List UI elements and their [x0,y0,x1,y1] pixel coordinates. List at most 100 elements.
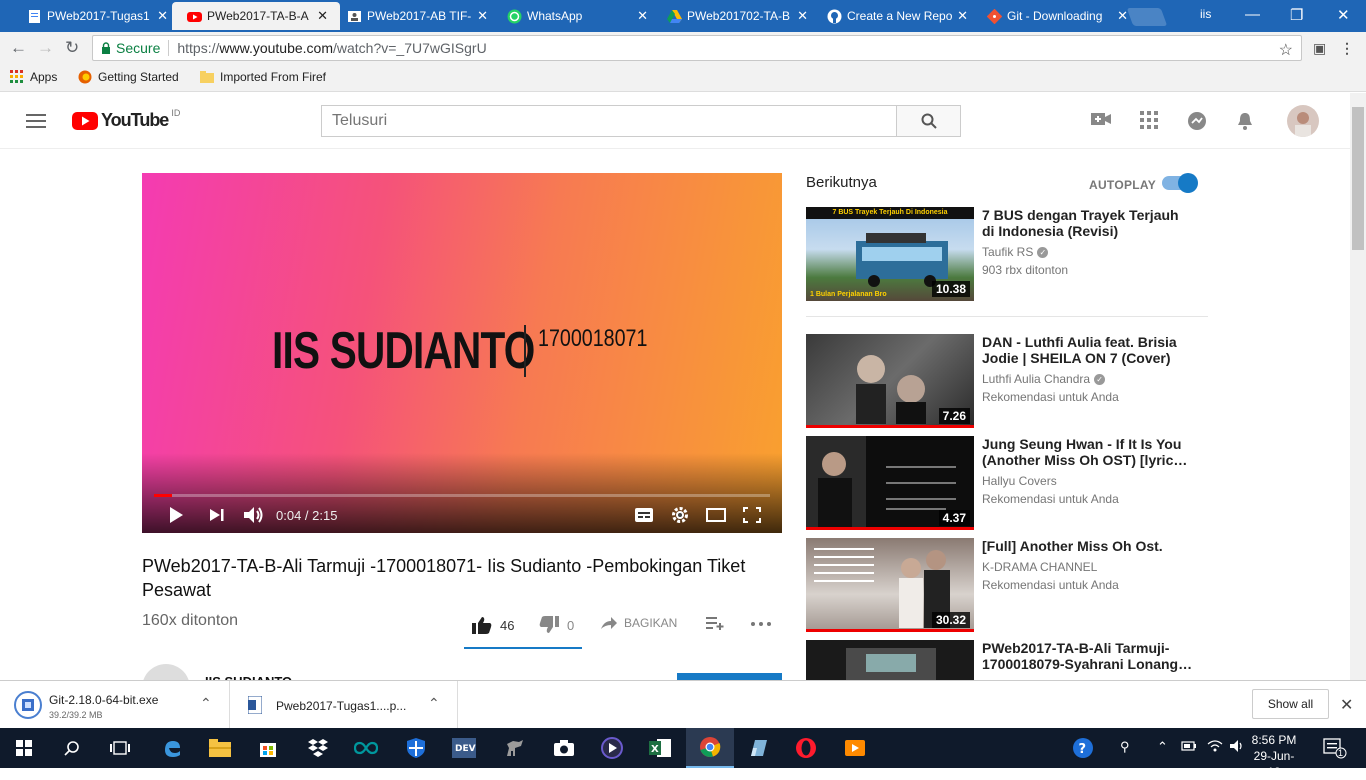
task-view-button[interactable] [96,728,144,768]
search-input[interactable] [332,112,872,130]
close-window-icon[interactable]: ✕ [1337,6,1350,24]
taskbar-video-app[interactable] [832,728,880,768]
taskbar-dropbox[interactable] [294,728,342,768]
download-item[interactable]: Pweb2017-Tugas1....p... ⌃ [230,681,458,729]
search-button[interactable] [896,105,961,137]
sidebar-video-item[interactable]: 30.32 [Full] Another Miss Oh Ost. K-DRAM… [806,538,1208,632]
chevron-up-icon[interactable]: ⌃ [428,695,440,712]
tab-pweb2017-ab[interactable]: PWeb2017-AB TIF- ✕ [332,2,500,30]
volume-icon[interactable] [243,506,265,524]
taskbar-defender[interactable] [392,728,440,768]
close-tab-icon[interactable]: ✕ [957,8,968,24]
action-center-icon[interactable] [1323,737,1347,759]
url-text[interactable]: https://www.youtube.com/watch?v=_7U7wGIS… [177,40,486,56]
close-shelf-icon[interactable]: ✕ [1340,695,1353,715]
bookmark-apps[interactable]: Apps [10,70,57,84]
tab-whatsapp[interactable]: WhatsApp ✕ [492,2,660,30]
people-icon[interactable]: ⚲ [1120,739,1130,755]
new-tab-button[interactable] [1126,8,1168,26]
taskbar-media-player[interactable] [588,728,636,768]
share-button[interactable]: BAGIKAN [600,616,677,630]
add-to-playlist-button[interactable] [706,616,724,630]
sidebar-channel[interactable]: Hallyu Covers [982,474,1057,488]
sidebar-video-item[interactable]: 7.26 DAN - Luthfi Aulia feat. Brisia Jod… [806,334,1208,428]
taskbar-notepad[interactable] [734,728,782,768]
play-icon[interactable] [168,506,184,524]
close-tab-icon[interactable]: ✕ [797,8,808,24]
taskbar-camera[interactable] [540,728,588,768]
sidebar-channel[interactable]: K-DRAMA CHANNEL [982,560,1097,574]
avatar[interactable] [1287,105,1319,137]
taskbar-opera[interactable] [782,728,830,768]
notifications-bell-icon[interactable] [1236,111,1254,131]
taskbar-edge[interactable] [148,728,196,768]
taskbar-file-explorer[interactable] [196,728,244,768]
start-button[interactable] [0,728,48,768]
tab-pweb2017-tugas1[interactable]: PWeb2017-Tugas1 ✕ [12,2,180,30]
sidebar-video-item[interactable]: 7 BUS Trayek Terjauh Di Indonesia 1 Bula… [806,207,1208,301]
menu-kebab-icon[interactable]: ⋮ [1340,40,1354,57]
close-tab-icon[interactable]: ✕ [157,8,168,24]
apps-icon[interactable] [1140,111,1158,129]
taskbar-store[interactable] [244,728,292,768]
minimize-icon[interactable]: — [1245,6,1260,23]
sidebar-video-title[interactable]: PWeb2017-TA-B-Ali Tarmuji-1700018079-Sya… [982,640,1194,672]
sidebar-video-item[interactable]: 4.37 Jung Seung Hwan - If It Is You (Ano… [806,436,1208,530]
bookmark-getting-started[interactable]: Getting Started [78,70,179,84]
video-thumbnail[interactable]: 30.32 [806,538,974,632]
sidebar-video-item[interactable]: PWeb2017-TA-B-Ali Tarmuji-1700018079-Sya… [806,640,1208,680]
video-thumbnail[interactable]: 4.37 [806,436,974,530]
taskbar-chrome[interactable] [686,728,734,768]
hamburger-menu-icon[interactable] [26,113,46,129]
taskbar-arduino[interactable] [342,728,390,768]
reload-icon[interactable]: ↻ [65,38,79,58]
taskbar-clock[interactable]: 8:56 PM 29-Jun-18 [1249,732,1299,780]
speaker-icon[interactable] [1229,739,1245,753]
messages-icon[interactable] [1187,111,1207,131]
more-actions-button[interactable] [751,622,771,626]
sidebar-video-title[interactable]: DAN - Luthfi Aulia feat. Brisia Jodie | … [982,334,1194,366]
autoplay-toggle[interactable] [1162,173,1198,193]
wifi-icon[interactable] [1207,739,1223,753]
taskbar-devcpp[interactable]: DEV [440,728,488,768]
restore-icon[interactable]: ❐ [1290,6,1303,24]
secure-indicator[interactable]: Secure [93,40,160,56]
progress-bar[interactable] [154,494,770,497]
bookmark-star-icon[interactable]: ☆ [1279,40,1293,60]
download-item[interactable]: Git-2.18.0-64-bit.exe 39.2/39.2 MB ⌃ [0,681,230,729]
chevron-up-icon[interactable]: ⌃ [200,695,212,712]
taskbar-excel[interactable]: X [636,728,684,768]
address-bar[interactable]: Secure https://www.youtube.com/watch?v=_… [92,35,1302,61]
tab-github[interactable]: Create a New Repo ✕ [812,2,980,30]
video-player[interactable]: IIS SUDIANTO 1700018071 0:04 / 2:15 [142,173,782,533]
video-thumbnail[interactable]: 7.26 [806,334,974,428]
cast-icon[interactable]: ▣ [1313,40,1326,57]
video-thumbnail[interactable] [806,640,974,680]
theater-mode-icon[interactable] [706,508,726,522]
like-button[interactable]: 46 [472,616,514,634]
close-tab-icon[interactable]: ✕ [637,8,648,24]
tab-youtube-active[interactable]: PWeb2017-TA-B-A ✕ [172,2,340,30]
upload-video-icon[interactable] [1091,111,1111,127]
close-tab-icon[interactable]: ✕ [1117,8,1128,24]
profile-name[interactable]: iis [1200,7,1211,21]
sidebar-video-title[interactable]: [Full] Another Miss Oh Ost. [982,538,1194,554]
next-video-icon[interactable] [209,508,225,522]
help-icon[interactable]: ? [1072,737,1094,759]
settings-gear-icon[interactable] [671,506,689,524]
chevron-up-icon[interactable]: ⌃ [1157,739,1168,755]
battery-icon[interactable] [1181,739,1197,753]
sidebar-video-title[interactable]: Jung Seung Hwan - If It Is You (Another … [982,436,1194,468]
taskbar-game[interactable] [490,728,538,768]
video-thumbnail[interactable]: 7 BUS Trayek Terjauh Di Indonesia 1 Bula… [806,207,974,301]
youtube-logo[interactable]: YouTube ID [72,108,180,131]
fullscreen-icon[interactable] [743,507,761,523]
tab-git-downloading[interactable]: Git - Downloading ✕ [972,2,1140,30]
dislike-button[interactable]: 0 [539,616,574,634]
back-arrow-icon[interactable]: ← [10,38,27,58]
scrollbar-thumb[interactable] [1352,107,1364,250]
captions-icon[interactable] [635,508,653,522]
search-box[interactable] [321,105,897,137]
sidebar-channel[interactable]: Luthfi Aulia Chandra ✓ [982,372,1106,386]
sidebar-video-title[interactable]: 7 BUS dengan Trayek Terjauh di Indonesia… [982,207,1194,239]
